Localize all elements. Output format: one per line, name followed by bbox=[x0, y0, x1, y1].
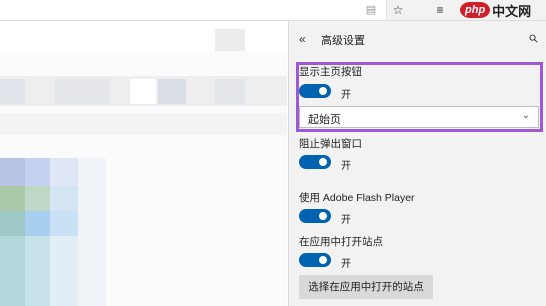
reading-view-icon[interactable]: ▤ bbox=[363, 2, 379, 18]
blurred-block bbox=[158, 79, 186, 104]
web-page-content bbox=[0, 21, 287, 306]
star-icon[interactable]: ☆ bbox=[390, 2, 406, 18]
toggle-knob bbox=[319, 158, 327, 166]
blurred-block bbox=[50, 211, 78, 236]
open-in-apps-toggle[interactable] bbox=[299, 253, 331, 267]
watermark-text: 中文网 bbox=[492, 3, 532, 19]
watermark-logo: php bbox=[460, 2, 491, 18]
blurred-block bbox=[25, 236, 50, 306]
blurred-block bbox=[50, 186, 78, 211]
panel-title: 高级设置 bbox=[321, 35, 365, 47]
dropdown-value: 起始页 bbox=[308, 114, 341, 126]
blurred-block bbox=[215, 29, 245, 51]
toggle-knob bbox=[319, 87, 327, 95]
panel-header: « 高级设置 ⚲ bbox=[289, 21, 546, 59]
blurred-block bbox=[0, 113, 287, 135]
toggle-state-label: 开 bbox=[341, 259, 351, 270]
browser-toolbar: ▤ ☆ ≡ php 中文网 bbox=[0, 0, 546, 21]
blurred-block bbox=[130, 79, 156, 104]
blurred-block bbox=[50, 158, 78, 186]
blurred-block bbox=[55, 79, 110, 104]
blurred-block bbox=[25, 158, 50, 186]
blurred-block bbox=[0, 158, 25, 186]
toggle-state-label: 开 bbox=[341, 215, 351, 226]
show-home-button-label: 显示主页按钮 bbox=[299, 66, 362, 78]
toggle-knob bbox=[319, 212, 327, 220]
open-in-apps-label: 在应用中打开站点 bbox=[299, 236, 383, 248]
blurred-block bbox=[78, 158, 106, 306]
toggle-knob bbox=[319, 256, 327, 264]
block-popups-toggle[interactable] bbox=[299, 155, 331, 169]
blurred-block bbox=[0, 186, 25, 211]
watermark: php 中文网 bbox=[460, 0, 531, 20]
blurred-block bbox=[50, 236, 78, 306]
flash-player-toggle[interactable] bbox=[299, 209, 331, 223]
toggle-state-label: 开 bbox=[341, 90, 351, 101]
blurred-block bbox=[25, 211, 50, 236]
double-chevron-left-icon[interactable]: « bbox=[299, 31, 313, 47]
chevron-down-icon: ⌄ bbox=[521, 110, 530, 121]
flash-player-label: 使用 Adobe Flash Player bbox=[299, 192, 415, 204]
hub-icon[interactable]: ≡ bbox=[432, 2, 448, 18]
pin-icon[interactable]: ⚲ bbox=[523, 28, 544, 49]
blurred-block bbox=[25, 186, 50, 211]
blurred-block bbox=[215, 79, 245, 104]
blurred-block bbox=[0, 211, 25, 236]
home-page-dropdown[interactable]: 起始页 ⌄ bbox=[299, 106, 539, 128]
address-bar[interactable] bbox=[0, 0, 387, 20]
block-popups-label: 阻止弹出窗口 bbox=[299, 138, 362, 150]
show-home-button-toggle[interactable] bbox=[299, 84, 331, 98]
toggle-state-label: 开 bbox=[341, 161, 351, 172]
advanced-settings-panel: « 高级设置 ⚲ 显示主页按钮 开 起始页 ⌄ 阻止弹出窗口 开 使用 Adob… bbox=[288, 21, 546, 306]
blurred-block bbox=[0, 236, 25, 306]
choose-sites-button[interactable]: 选择在应用中打开的站点 bbox=[299, 275, 433, 299]
blurred-block bbox=[0, 79, 25, 104]
